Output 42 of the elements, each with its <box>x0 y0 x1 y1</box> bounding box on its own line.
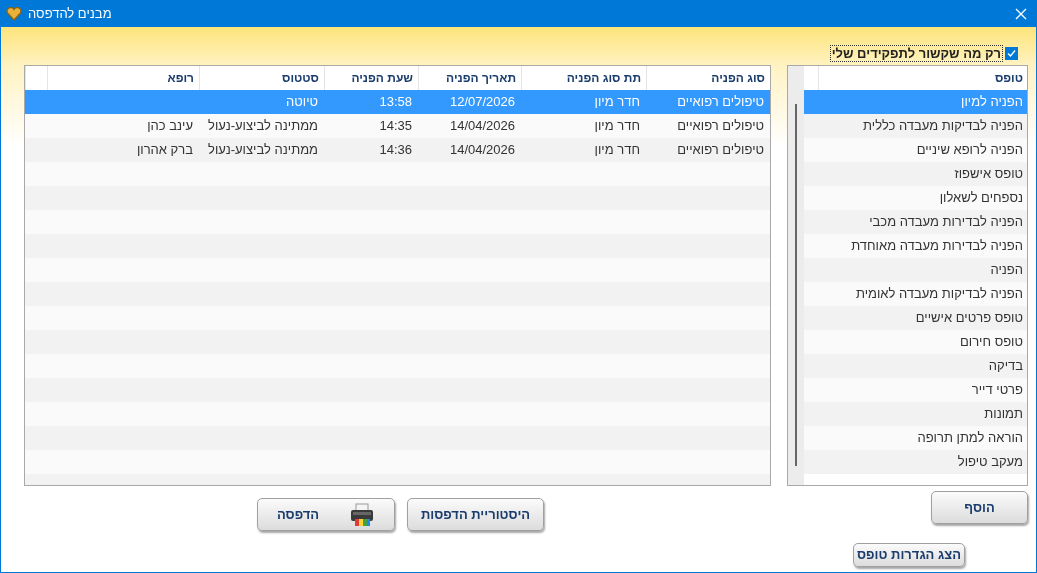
form-list-item[interactable]: הפניה לבדיקות מעבדה לאומית <box>804 282 1027 306</box>
table-cell-text: 14/04/2026 <box>449 141 515 160</box>
table-cell-text: ברק אהרון <box>136 141 193 160</box>
table-cell-text: טיפולים רפואיים <box>677 93 764 112</box>
list-header: טופס <box>994 70 1023 87</box>
window-title: מבנים להדפסה <box>28 5 112 24</box>
table-cell-text: ממתינה לביצוע-נעול <box>208 117 318 136</box>
form-list-item[interactable]: מעקב טיפול <box>804 450 1027 474</box>
form-list-item[interactable]: טופס פרטים אישיים <box>804 306 1027 330</box>
table-cell-text: טיפולים רפואיים <box>677 141 764 160</box>
table-cell-text: ממתינה לביצוע-נעול <box>208 141 318 160</box>
table-cell-text: חדר מיון <box>594 93 640 112</box>
print-history-button[interactable]: היסטוריית הדפסות <box>407 498 544 531</box>
table-cell-text: חדר מיון <box>594 141 640 160</box>
form-list-item[interactable]: בדיקה <box>804 354 1027 378</box>
heart-logo-icon <box>6 7 22 21</box>
table-cell-text: 14/04/2026 <box>449 117 515 136</box>
table-cell-text: חדר מיון <box>594 117 640 136</box>
form-list-item[interactable]: הוראה למתן תרופה <box>804 426 1027 450</box>
print-button[interactable]: הדפסה <box>257 498 395 531</box>
form-list-item[interactable]: פרטי דייר <box>804 378 1027 402</box>
form-list-item[interactable]: הפניה לבדירות מעבדה מכבי <box>804 210 1027 234</box>
form-list-item[interactable]: טופס אישפוז <box>804 162 1027 186</box>
check-icon <box>1007 49 1016 58</box>
form-list-item[interactable]: הפניה לבדירות מעבדה מאוחדת <box>804 234 1027 258</box>
form-list-item[interactable]: תמונות <box>804 402 1027 426</box>
form-list-item[interactable]: נספחים לשאלון <box>804 186 1027 210</box>
form-list-item[interactable]: הפניה לבדיקות מעבדה כללית <box>804 114 1027 138</box>
table-cell-text: טיפולים רפואיים <box>677 117 764 136</box>
printer-icon <box>349 502 376 527</box>
table-cell-text: 13:58 <box>379 93 412 112</box>
table-cell-text: 12/07/2026 <box>449 93 515 112</box>
close-icon <box>1015 8 1027 20</box>
show-form-settings-button[interactable]: הצג הגדרות טופס <box>853 543 965 567</box>
table-cell-text: 14:35 <box>379 117 412 136</box>
form-list-item[interactable]: טופס חירום <box>804 330 1027 354</box>
form-list-item[interactable]: הפניה לרופא שיניים <box>804 138 1027 162</box>
table-cell-text: עינב כהן <box>147 117 193 136</box>
table-cell-text: טיוטה <box>286 93 318 112</box>
form-list-item[interactable]: הפניה <box>804 258 1027 282</box>
add-button[interactable]: הוסף <box>931 491 1028 524</box>
table-cell-text: 14:36 <box>379 141 412 160</box>
